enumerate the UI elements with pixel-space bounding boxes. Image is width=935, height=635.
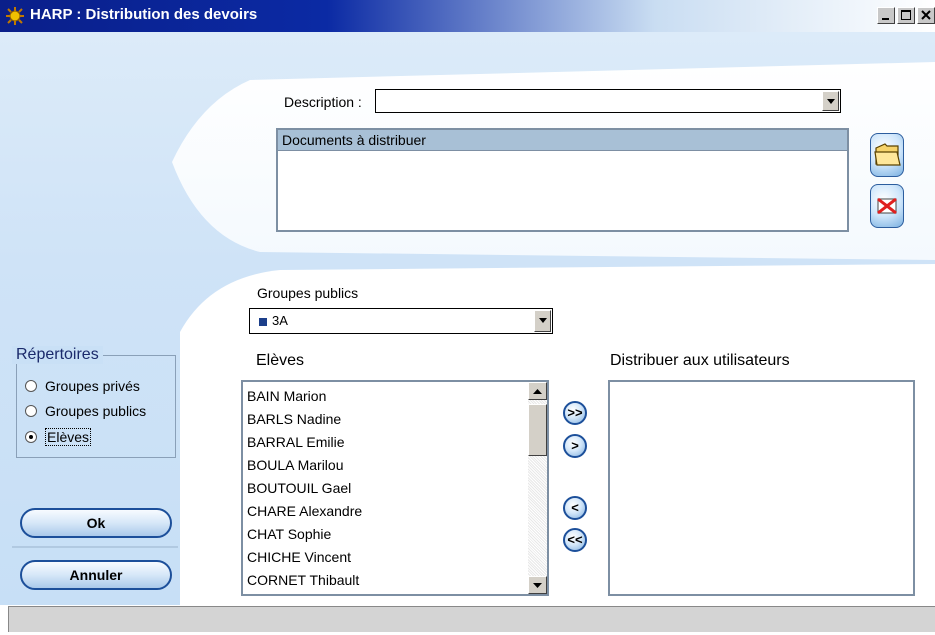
arrow-down-icon bbox=[533, 583, 542, 588]
minimize-icon bbox=[882, 18, 889, 20]
radio-label: Groupes privés bbox=[45, 378, 140, 394]
arrow-up-icon bbox=[533, 389, 542, 394]
close-button[interactable] bbox=[917, 7, 935, 24]
radio-label: Groupes publics bbox=[45, 403, 147, 419]
documents-list[interactable]: Documents à distribuer bbox=[276, 128, 849, 232]
maximize-icon bbox=[901, 10, 911, 20]
description-select[interactable] bbox=[375, 89, 841, 113]
radio-label: Elèves bbox=[45, 428, 92, 446]
radio-eleves[interactable]: Elèves bbox=[25, 428, 92, 446]
student-list-item[interactable]: CHARE Alexandre bbox=[243, 500, 528, 523]
harp-app-icon bbox=[6, 7, 24, 25]
students-list[interactable]: BAIN Marion BARLS Nadine BARRAL Emilie BOUL… bbox=[241, 380, 549, 596]
students-scrollbar[interactable] bbox=[528, 382, 547, 594]
groups-select[interactable]: 3A bbox=[249, 308, 553, 334]
student-list-item[interactable]: BOUTOUIL Gael bbox=[243, 477, 528, 500]
student-list-item[interactable]: CORNET Thibault bbox=[243, 569, 528, 592]
description-dropdown-button[interactable] bbox=[822, 91, 839, 111]
add-all-button[interactable]: >> bbox=[563, 401, 587, 425]
delete-icon bbox=[877, 197, 897, 215]
student-list-item[interactable]: BAIN Marion bbox=[243, 385, 528, 408]
groups-label: Groupes publics bbox=[257, 285, 359, 301]
remove-all-button[interactable]: << bbox=[563, 528, 587, 552]
remove-one-button[interactable]: < bbox=[563, 496, 587, 520]
description-label: Description : bbox=[284, 94, 362, 110]
scroll-thumb[interactable] bbox=[528, 404, 547, 456]
student-list-item[interactable]: BARRAL Emilie bbox=[243, 431, 528, 454]
documents-list-header: Documents à distribuer bbox=[278, 130, 847, 151]
radio-groupes-prives[interactable]: Groupes privés bbox=[25, 378, 140, 394]
radio-button[interactable] bbox=[25, 405, 37, 417]
add-one-button[interactable]: > bbox=[563, 434, 587, 458]
minimize-button[interactable] bbox=[877, 7, 895, 24]
open-folder-icon bbox=[874, 143, 901, 166]
radio-button[interactable] bbox=[25, 380, 37, 392]
students-label: Elèves bbox=[256, 352, 305, 369]
open-folder-button[interactable] bbox=[870, 133, 904, 177]
window-controls bbox=[877, 7, 935, 24]
ok-button[interactable]: Ok bbox=[20, 508, 172, 538]
groups-selected-value: 3A bbox=[272, 313, 288, 328]
title-bar: HARP : Distribution des devoirs bbox=[0, 0, 935, 32]
groups-dropdown-button[interactable] bbox=[534, 310, 551, 332]
recipients-list[interactable] bbox=[608, 380, 915, 596]
repertoires-title: Répertoires bbox=[12, 346, 103, 364]
students-list-items: BAIN Marion BARLS Nadine BARRAL Emilie BOUL… bbox=[243, 385, 528, 592]
maximize-button[interactable] bbox=[897, 7, 915, 24]
window-title: HARP : Distribution des devoirs bbox=[30, 6, 258, 23]
scroll-down-button[interactable] bbox=[528, 576, 547, 594]
student-list-item[interactable]: BARLS Nadine bbox=[243, 408, 528, 431]
student-list-item[interactable]: CHAT Sophie bbox=[243, 523, 528, 546]
delete-document-button[interactable] bbox=[870, 184, 904, 228]
cancel-button[interactable]: Annuler bbox=[20, 560, 172, 590]
radio-button-selected[interactable] bbox=[25, 431, 37, 443]
scroll-up-button[interactable] bbox=[528, 382, 547, 400]
close-icon bbox=[921, 10, 931, 20]
radio-groupes-publics[interactable]: Groupes publics bbox=[25, 403, 146, 419]
student-list-item[interactable]: CHICHE Vincent bbox=[243, 546, 528, 569]
group-color-square bbox=[259, 318, 267, 326]
student-list-item[interactable]: BOULA Marilou bbox=[243, 454, 528, 477]
recipients-label: Distribuer aux utilisateurs bbox=[610, 352, 790, 369]
status-bar bbox=[8, 606, 935, 632]
